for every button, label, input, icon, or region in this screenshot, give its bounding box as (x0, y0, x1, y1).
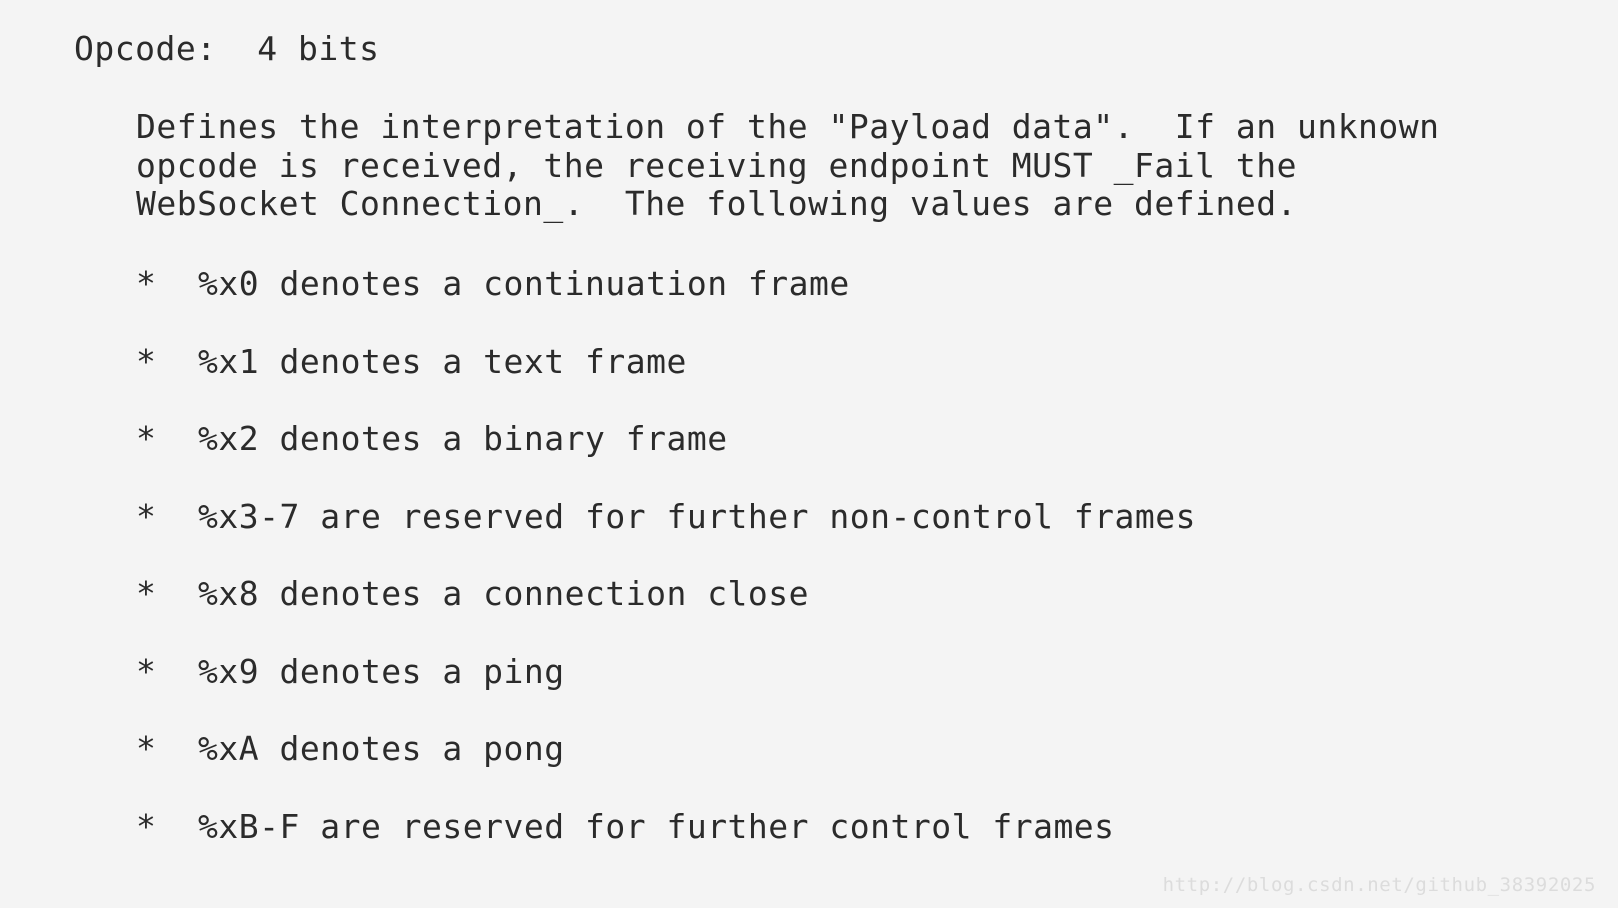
bullet-icon: * (136, 651, 157, 691)
opcode-item-label: %x8 denotes a connection close (198, 574, 810, 613)
list-item: * %x0 denotes a continuation frame (136, 264, 1196, 343)
description-line-1: Defines the interpretation of the "Paylo… (136, 107, 1440, 146)
bullet-icon: * (136, 806, 157, 846)
opcode-item-label: %xA denotes a pong (198, 729, 565, 768)
description-line-3: WebSocket Connection_. The following val… (136, 184, 1297, 223)
opcode-item-label: %x0 denotes a continuation frame (198, 264, 850, 303)
document-page: Opcode: 4 bits Defines the interpretatio… (0, 0, 1618, 908)
opcode-item-label: %x3-7 are reserved for further non-contr… (198, 496, 1197, 536)
description-paragraph: Defines the interpretation of the "Paylo… (136, 107, 1440, 224)
bullet-icon: * (136, 419, 157, 458)
opcode-item-label: %x9 denotes a ping (198, 651, 565, 691)
page-title: Opcode: 4 bits (74, 29, 380, 68)
list-item: * %xA denotes a pong (136, 729, 1196, 808)
list-item: * %x8 denotes a connection close (136, 574, 1196, 653)
opcode-list: * %x0 denotes a continuation frame * %x1 d… (136, 264, 1197, 886)
description-line-2: opcode is received, the receiving endpoi… (136, 145, 1297, 185)
opcode-item-label: %xB-F are reserved for further control f… (198, 806, 1115, 846)
list-item: * %x3-7 are reserved for further non-cont… (136, 496, 1197, 576)
list-item: * %x9 denotes a ping (136, 651, 1196, 731)
list-item: * %x2 denotes a binary frame (136, 419, 1196, 498)
bullet-icon: * (136, 264, 157, 303)
bullet-icon: * (136, 341, 157, 381)
watermark-url: http://blog.csdn.net/github_38392025 (1162, 874, 1596, 896)
opcode-item-label: %x2 denotes a binary frame (198, 419, 728, 458)
list-item: * %xB-F are reserved for further control … (136, 806, 1196, 886)
bullet-icon: * (136, 729, 157, 768)
list-item: * %x1 denotes a text frame (136, 341, 1196, 421)
bullet-icon: * (136, 574, 157, 613)
bullet-icon: * (136, 496, 157, 536)
opcode-item-label: %x1 denotes a text frame (198, 341, 687, 381)
